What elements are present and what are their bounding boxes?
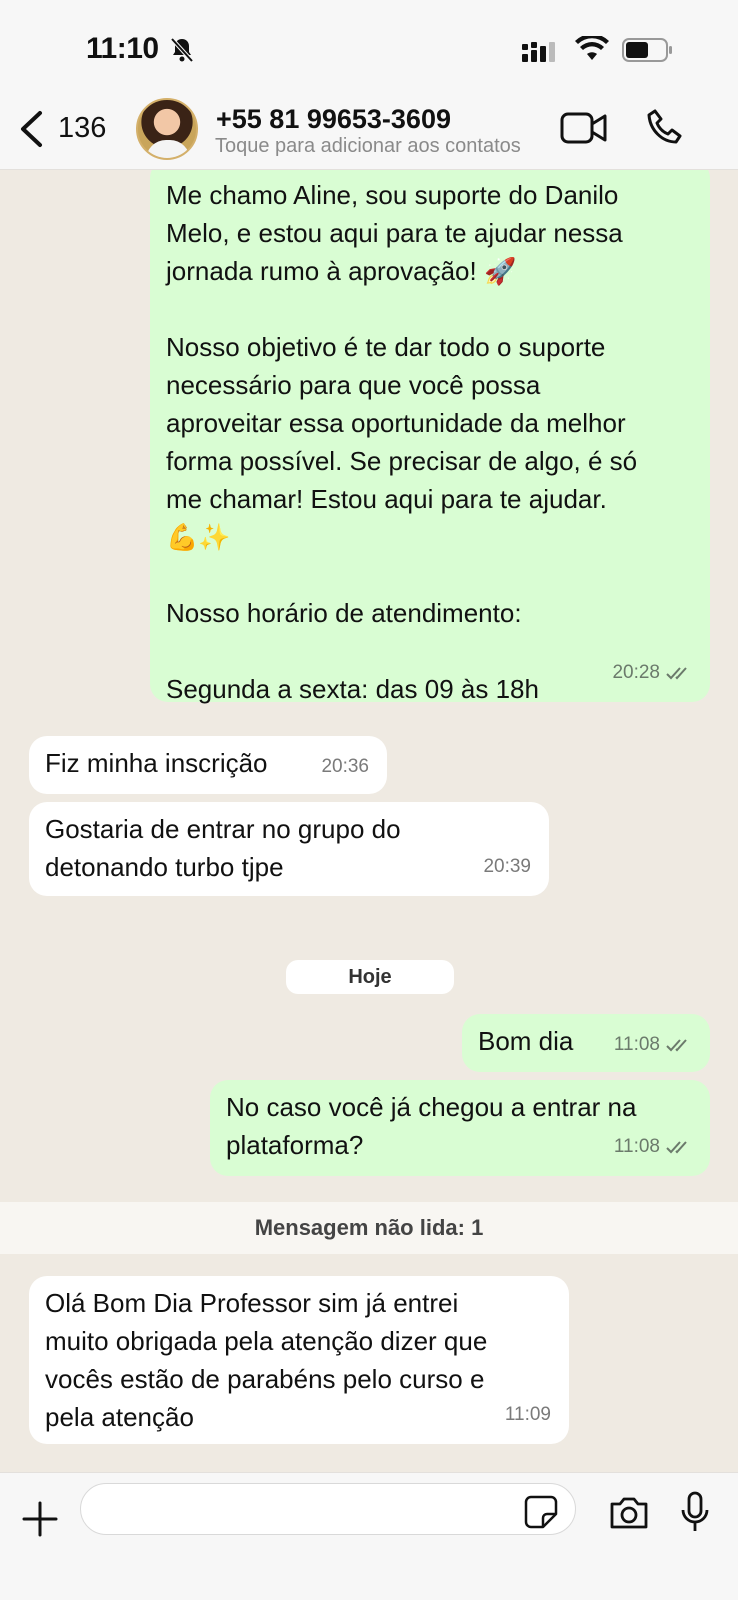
camera-icon[interactable] <box>608 1495 650 1531</box>
message-bubble-outgoing[interactable]: No caso você já chegou a entrar na plata… <box>210 1080 710 1176</box>
sticker-icon[interactable] <box>524 1495 558 1529</box>
microphone-icon[interactable] <box>680 1491 710 1533</box>
day-separator: Hoje <box>286 960 454 994</box>
message-bubble-incoming[interactable]: Gostaria de entrar no grupo do detonando… <box>29 802 549 896</box>
message-time: 20:28 <box>612 662 660 683</box>
contact-avatar[interactable] <box>136 98 198 160</box>
message-time: 11:09 <box>504 1404 551 1425</box>
plus-attach-icon[interactable] <box>22 1501 58 1537</box>
phone-call-icon[interactable] <box>646 108 684 146</box>
battery-icon <box>622 38 674 62</box>
read-double-check-icon <box>666 1037 692 1053</box>
message-bubble-incoming[interactable]: Fiz minha inscrição 20:36 <box>29 736 387 794</box>
status-time: 11:10 <box>86 32 159 65</box>
message-list[interactable]: Me chamo Aline, sou suporte do Danilo Me… <box>0 170 738 1472</box>
message-bubble-incoming[interactable]: Olá Bom Dia Professor sim já entrei muit… <box>29 1276 569 1444</box>
message-time: 11:08 <box>613 1136 660 1157</box>
message-bubble-outgoing[interactable]: Me chamo Aline, sou suporte do Danilo Me… <box>150 170 710 704</box>
unread-messages-banner: Mensagem não lida: 1 <box>0 1202 738 1254</box>
message-text: Gostaria de entrar no grupo do detonando… <box>45 814 401 882</box>
message-bubble-outgoing[interactable]: Bom dia 11:08 <box>462 1014 710 1072</box>
chat-header: 136 +55 81 99653-3609 Toque para adicion… <box>0 96 738 170</box>
message-meta: 11:08 <box>614 1026 692 1064</box>
message-text: Me chamo Aline, sou suporte do Danilo Me… <box>166 180 638 704</box>
bell-muted-icon <box>170 37 194 63</box>
contact-name[interactable]: +55 81 99653-3609 <box>216 104 451 135</box>
message-time: 20:36 <box>321 756 369 777</box>
message-meta: 20:39 <box>483 848 531 886</box>
read-double-check-icon <box>666 665 692 681</box>
message-input[interactable] <box>80 1483 576 1535</box>
message-meta: 11:09 <box>505 1396 551 1434</box>
back-chevron-icon[interactable] <box>18 110 44 148</box>
message-time: 20:39 <box>483 856 531 877</box>
video-call-icon[interactable] <box>560 111 608 145</box>
message-meta: 11:08 <box>614 1128 692 1166</box>
wifi-icon <box>575 36 609 62</box>
status-bar: 11:10 <box>0 0 738 96</box>
back-unread-count[interactable]: 136 <box>58 112 106 145</box>
message-meta: 20:36 <box>321 748 369 786</box>
contact-subtitle[interactable]: Toque para adicionar aos contatos <box>215 135 521 158</box>
message-text: Olá Bom Dia Professor sim já entrei muit… <box>45 1288 488 1432</box>
read-double-check-icon <box>666 1139 692 1155</box>
message-meta: 20:28 <box>612 654 692 692</box>
message-time: 11:08 <box>613 1034 660 1055</box>
message-composer <box>0 1472 738 1600</box>
cellular-signal-icon <box>522 40 562 64</box>
